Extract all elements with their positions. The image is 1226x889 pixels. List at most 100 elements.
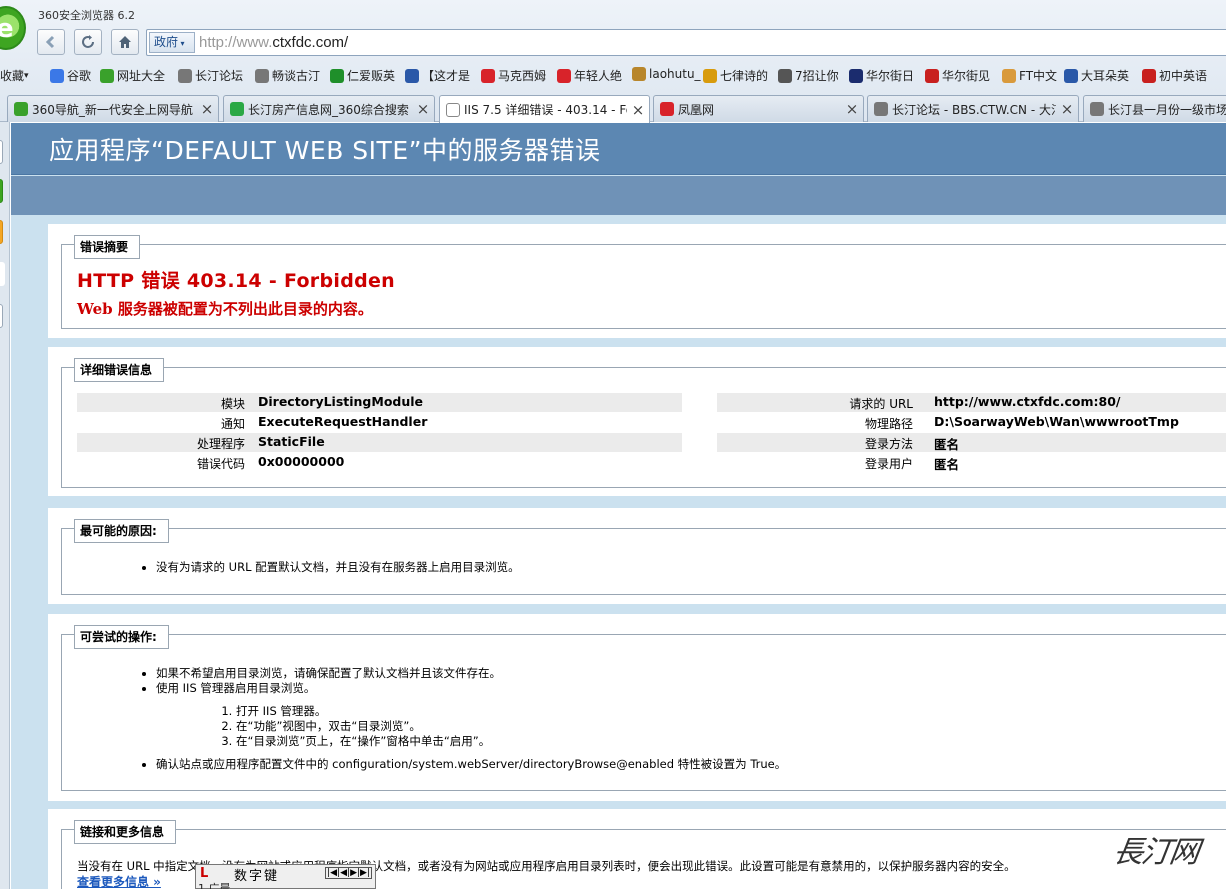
favorite-item[interactable]: 华尔街见 (925, 67, 990, 84)
tab-3[interactable]: IIS 7.5 详细错误 - 403.14 - Forb× (439, 95, 650, 123)
weibo-icon (481, 68, 495, 83)
details-legend: 详细错误信息 (74, 358, 165, 382)
favorite-item[interactable]: 华尔街日 (849, 67, 914, 84)
summary-legend: 错误摘要 (74, 235, 141, 259)
favorite-label: 仁爱贩英 (347, 69, 396, 83)
window-title: 360安全浏览器 6.2 (38, 9, 135, 22)
close-icon[interactable]: × (627, 101, 649, 119)
detail-key: 处理程序 (196, 437, 245, 451)
favorite-item[interactable]: 七律诗的 (703, 67, 768, 84)
list-item: 在“功能”视图中，双击“目录浏览”。 (236, 719, 490, 734)
detail-key: 通知 (220, 417, 245, 431)
tab-5[interactable]: 长汀论坛 - BBS.CTW.CN - 大汀 × (867, 95, 1079, 122)
refresh-button[interactable] (74, 29, 102, 55)
favorite-label: 大耳朵英 (1081, 69, 1130, 83)
detail-key: 物理路径 (864, 417, 913, 431)
ime-toolbar[interactable]: L 数字键 |◀|◀|▶|▶| 1 广晨 (195, 864, 376, 889)
favorite-label: 畅谈古汀 (272, 69, 321, 83)
actions-list: 如果不希望启用目录浏览，请确保配置了默认文档并且该文件存在。 使用 IIS 管理… (156, 666, 501, 696)
favorite-item[interactable]: 大耳朵英 (1064, 67, 1129, 84)
list-item: 打开 IIS 管理器。 (236, 704, 490, 719)
close-icon[interactable]: × (412, 100, 434, 118)
360-browser-logo-icon[interactable]: e (0, 6, 26, 50)
back-button[interactable] (37, 29, 65, 55)
favorite-item[interactable]: 马克西姆 (481, 67, 546, 84)
favorite-item[interactable]: 收藏 ▾ (0, 67, 29, 84)
favorite-item[interactable]: 畅谈古汀 (255, 67, 320, 84)
detail-row: 模块 DirectoryListingModule (77, 393, 682, 412)
spiral-icon (557, 68, 571, 83)
favorite-item[interactable]: 谷歌 (50, 67, 91, 84)
list-item: 如果不希望启用目录浏览，请确保配置了默认文档并且该文件存在。 (156, 666, 501, 681)
tab-1[interactable]: 360导航_新一代安全上网导航 × (7, 95, 219, 122)
sidebar-tool-icon[interactable] (0, 140, 3, 164)
tab-label: 凤凰网 (678, 102, 715, 117)
ime-page-nav[interactable]: |◀|◀|▶|▶| (325, 867, 372, 879)
more-info-legend: 链接和更多信息 (74, 820, 177, 844)
close-icon[interactable]: × (1056, 100, 1078, 118)
close-icon[interactable]: × (841, 100, 863, 118)
actions-list-2: 确认站点或应用程序配置文件中的 configuration/system.web… (156, 757, 786, 772)
sidebar-orange-icon[interactable] (0, 220, 3, 244)
sidebar-doc-icon[interactable] (0, 304, 3, 328)
favorite-item[interactable]: 长汀论坛 (178, 67, 243, 84)
chevron-down-icon: ▾ (178, 39, 185, 48)
zone-dropdown[interactable]: 政府 ▾ (149, 32, 195, 53)
person-icon (1090, 102, 1104, 116)
detail-value: http://www.ctxfdc.com:80/ (934, 394, 1121, 409)
favorite-label: 马克西姆 (498, 69, 547, 83)
page-content: 应用程序“DEFAULT WEB SITE”中的服务器错误 错误摘要 HTTP … (11, 123, 1226, 889)
favorite-label: 华尔街日 (866, 69, 915, 83)
close-icon[interactable]: × (196, 100, 218, 118)
detail-value: DirectoryListingModule (258, 394, 424, 409)
tab-label: 360导航_新一代安全上网导航 (32, 102, 193, 117)
tab-6[interactable]: 长汀县一月份一级市场 (1083, 95, 1226, 122)
ear-icon (1064, 68, 1078, 83)
causes-legend: 最可能的原因: (74, 519, 169, 543)
more-info-link[interactable]: 查看更多信息 » (77, 873, 161, 889)
watermark-logo: 長汀网 (1111, 835, 1200, 870)
tab-label: 长汀论坛 - BBS.CTW.CN - 大汀 (892, 102, 1056, 117)
play-icon (405, 68, 419, 83)
url-text[interactable]: http://www.ctxfdc.com/ (199, 34, 348, 51)
ime-logo-icon: L (200, 866, 209, 881)
detail-row: 通知 ExecuteRequestHandler (77, 413, 682, 432)
favorite-item[interactable]: 【这才是 (405, 67, 470, 84)
detail-row: 处理程序 StaticFile (77, 433, 682, 452)
favorite-label: 收藏 (0, 69, 25, 83)
detail-key: 模块 (220, 397, 245, 411)
favorite-item[interactable]: 网址大全 (100, 67, 165, 84)
favorite-item[interactable]: 仁爱贩英 (330, 67, 395, 84)
ime-candidate[interactable]: 1 广晨 (198, 880, 231, 889)
home-icon (119, 36, 131, 48)
home-button[interactable] (111, 29, 139, 55)
list-item: 没有为请求的 URL 配置默认文档，并且没有在服务器上启用目录浏览。 (156, 560, 520, 575)
favorite-item[interactable]: 7招让你 (778, 67, 839, 84)
list-item: 在“目录浏览”页上，在“操作”窗格中单击“启用”。 (236, 734, 490, 749)
ime-label: 数字键 (234, 869, 280, 884)
favorite-item[interactable]: FT中文 (1002, 67, 1057, 84)
swirl-icon (778, 68, 792, 83)
person-icon (255, 68, 269, 83)
sidebar-green-icon[interactable] (0, 179, 3, 203)
sidebar-weibo-icon[interactable] (0, 262, 5, 286)
phoenix-icon (660, 102, 674, 116)
sogou-icon (703, 68, 717, 83)
refresh-icon (82, 35, 94, 48)
detail-value: D:\SoarwayWeb\Wan\wwwrootTmp (934, 414, 1179, 429)
tab-2[interactable]: 长汀房产信息网_360综合搜索 × (223, 95, 435, 122)
favorite-label: 【这才是 (422, 69, 471, 83)
address-bar[interactable]: 政府 ▾ http://www.ctxfdc.com/ (146, 29, 1226, 56)
tab-4[interactable]: 凤凰网 × (653, 95, 864, 122)
favorite-item[interactable]: 年轻人绝 (557, 67, 622, 84)
detail-value: 匿名 (934, 457, 960, 472)
detail-key: 请求的 URL (849, 397, 913, 411)
favorite-label: 华尔街见 (942, 69, 991, 83)
favorite-item[interactable]: laohutu_ (632, 67, 701, 81)
list-item: 确认站点或应用程序配置文件中的 configuration/system.web… (156, 757, 786, 772)
list-item: 使用 IIS 管理器启用目录浏览。 (156, 681, 501, 696)
favorite-item[interactable]: 初中英语 (1142, 67, 1207, 84)
page-title: 应用程序“DEFAULT WEB SITE”中的服务器错误 (49, 136, 601, 165)
error-title: HTTP 错误 403.14 - Forbidden (77, 270, 396, 292)
browser-chrome: e 360安全浏览器 6.2 政府 ▾ http://www.ctxfdc.co… (0, 0, 1226, 123)
